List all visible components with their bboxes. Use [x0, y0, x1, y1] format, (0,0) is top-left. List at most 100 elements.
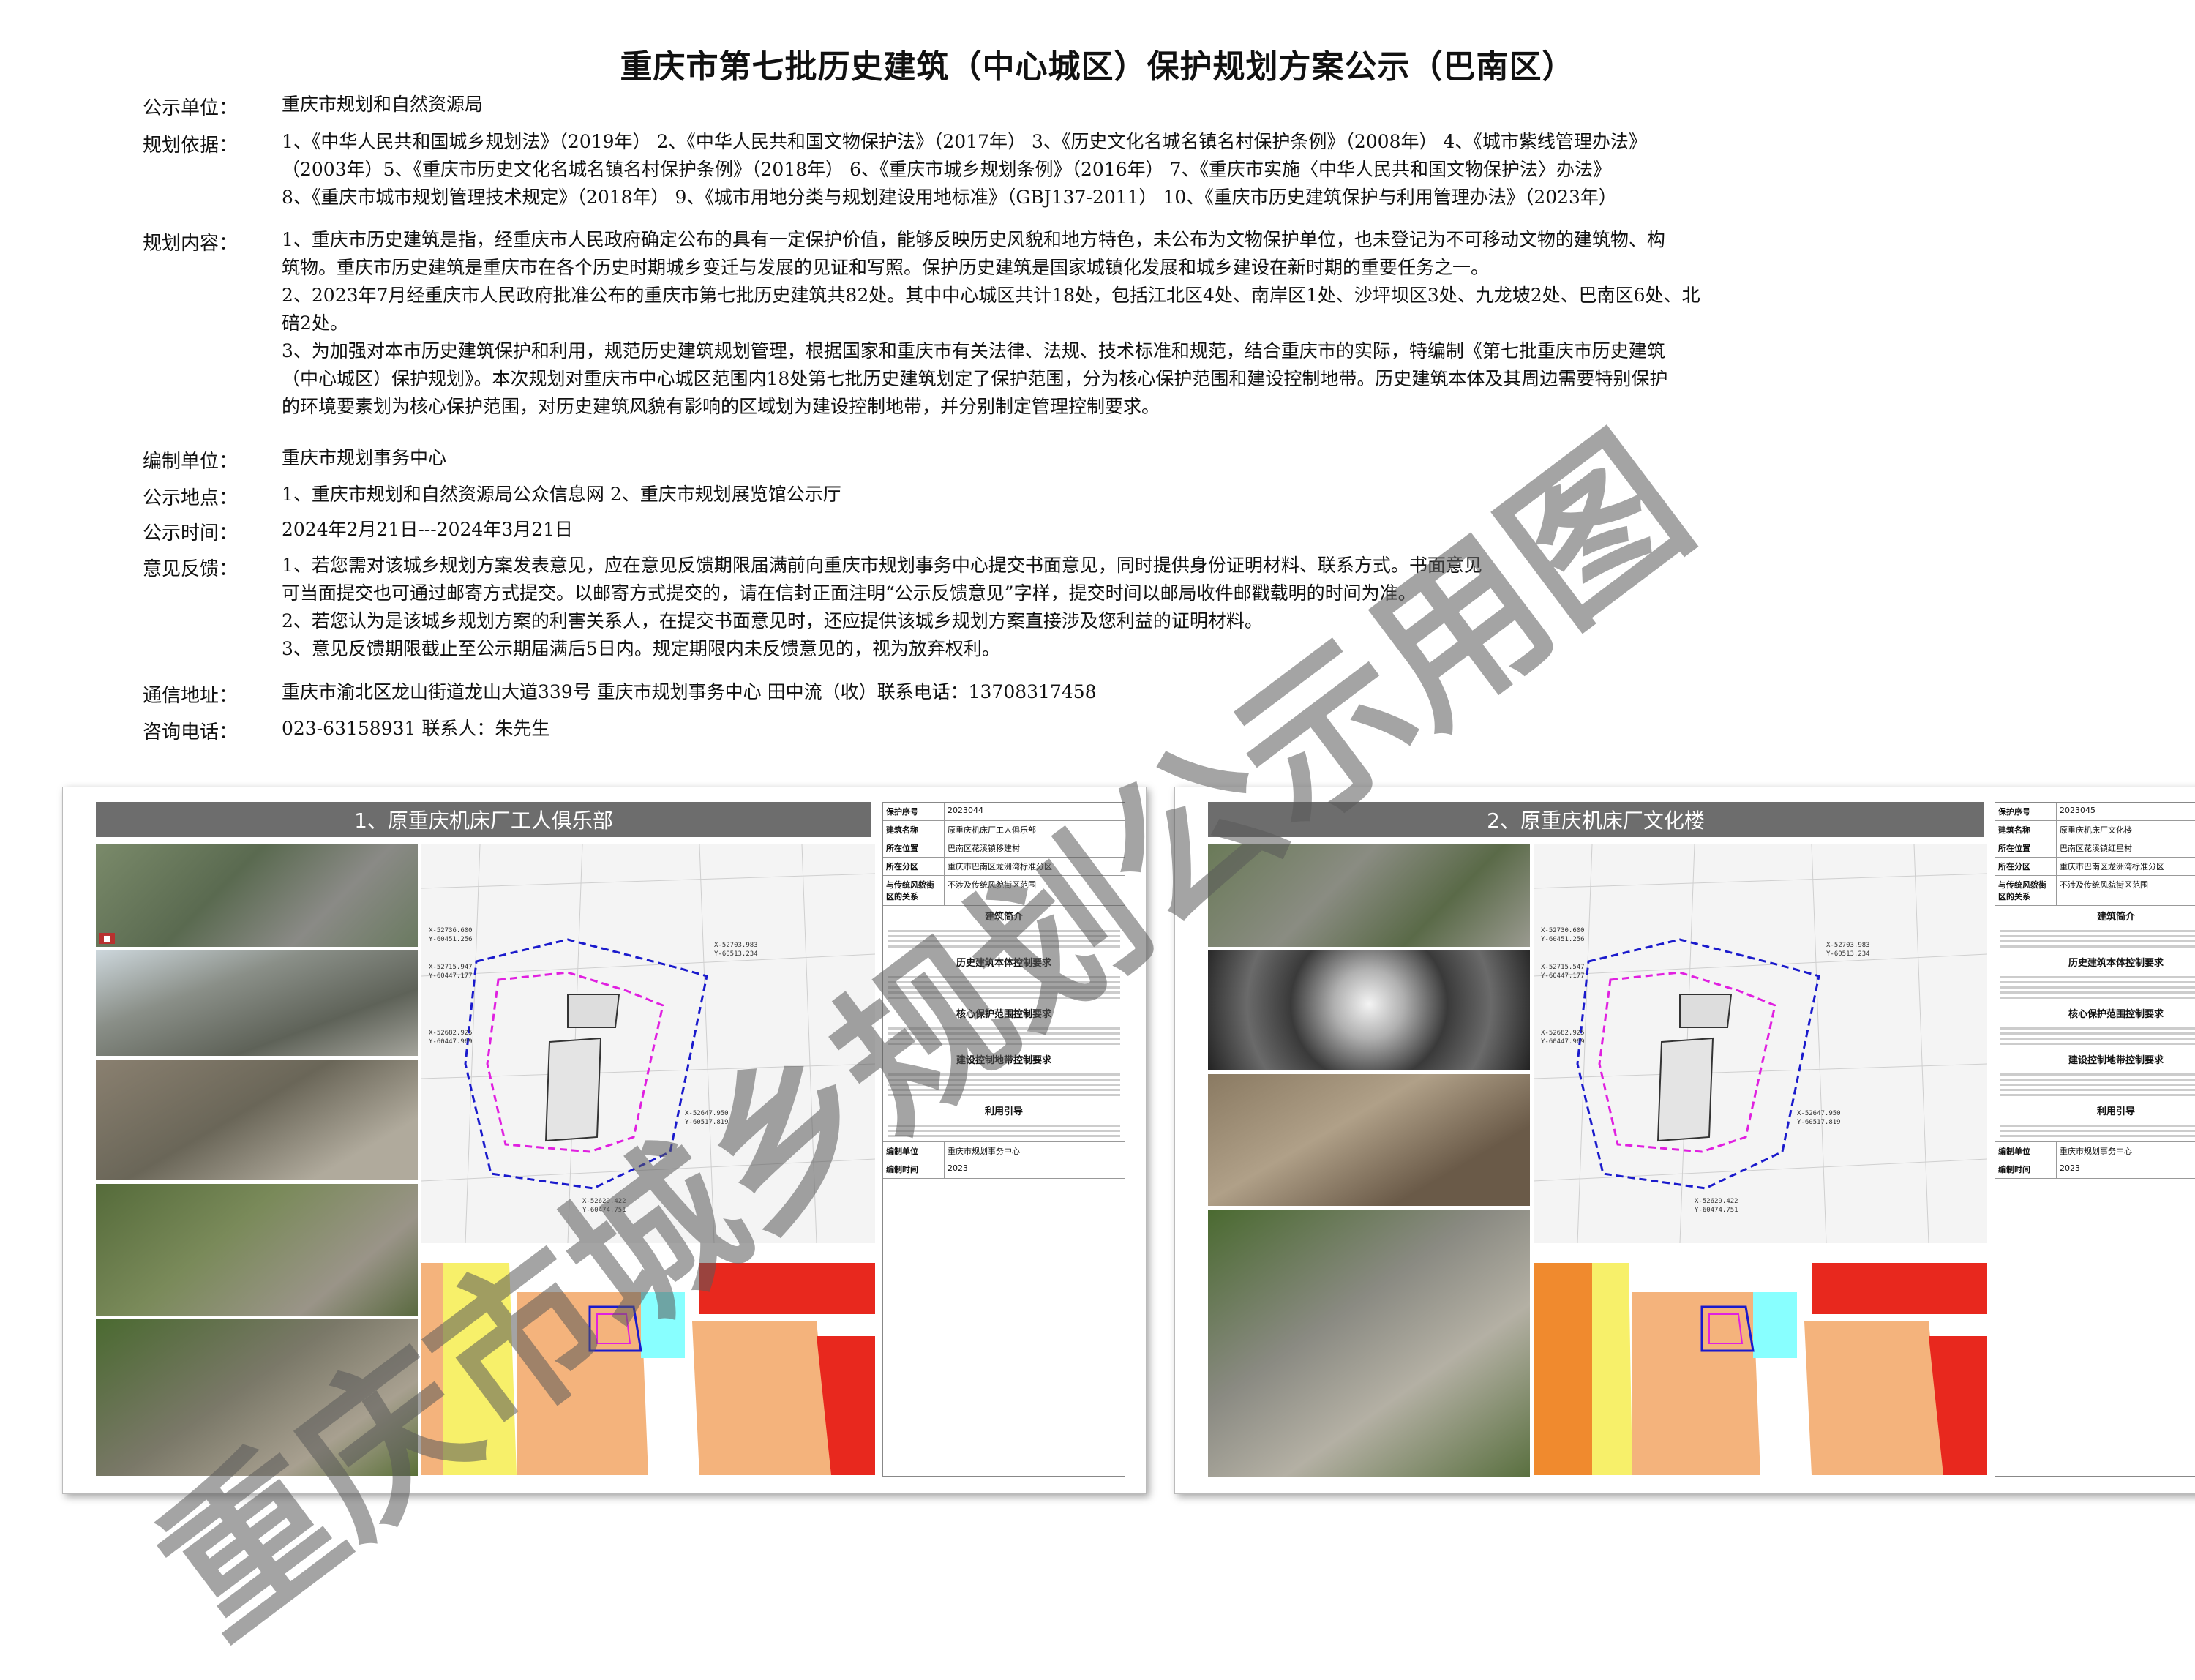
date-label: 编制时间: [1995, 1160, 2057, 1178]
protection-map-svg: X-52736.600 Y-60451.256 X-52715.947 Y-6044…: [421, 844, 876, 1244]
svg-text:X-52682.925: X-52682.925: [429, 1030, 473, 1037]
intro-text: [883, 926, 1125, 952]
address-label: 通信地址：: [143, 685, 239, 707]
area-label: 与传统风貌街区的关系: [1995, 876, 2057, 905]
req2-heading: 核心保护范围控制要求: [956, 1009, 1051, 1020]
landuse-map: [1534, 1263, 1987, 1475]
facade-photo: [96, 1060, 418, 1180]
req3-heading: 建设控制地带控制要求: [956, 1055, 1051, 1066]
feedback-line: 1、若您需对该城乡规划方案发表意见，应在意见反馈期限届满前向重庆市规划事务中心提…: [282, 555, 1482, 576]
svg-text:Y-60517.819: Y-60517.819: [1797, 1119, 1841, 1126]
location-label: 公示地点：: [143, 487, 239, 509]
protection-map-svg: X-52730.600Y-60451.256 X-52715.547Y-6044…: [1533, 844, 1988, 1244]
photo-tag: ■: [99, 933, 116, 944]
address: 重庆市渝北区龙山街道龙山大道339号 重庆市规划事务中心 田中流（收）联系电话：…: [282, 681, 1097, 702]
page-title: 重庆市第七批历史建筑（中心城区）保护规划方案公示（巴南区）: [620, 48, 1575, 86]
board-1: 1、原重庆机床厂工人俱乐部 ■ X-52736.600 Y-60451.256 X…: [62, 787, 1147, 1494]
unit: 重庆市规划事务中心: [2060, 1147, 2132, 1156]
dome-photo: [1208, 950, 1530, 1070]
content-line: 碚2处。: [282, 312, 348, 334]
birdseye-photo: [96, 1319, 418, 1476]
board-heading: 1、原重庆机床厂工人俱乐部: [96, 802, 871, 837]
year: 2023: [2060, 1163, 2080, 1173]
feedback-line: 3、意见反馈期限截止至公示期届满后5日内。规定期限内未反馈意见的，视为放弃权利。: [282, 638, 1000, 659]
basis-line: （2003年）5、《重庆市历史文化名城名镇名村保护条例》（2018年） 6、《重…: [282, 159, 1611, 180]
content-line: 筑物。重庆市历史建筑是重庆市在各个历史时期城乡变迁与发展的见证和写照。保护历史建…: [282, 257, 1490, 278]
unit: 重庆市规划事务中心: [948, 1147, 1020, 1156]
intro-heading: 建筑简介: [984, 912, 1023, 923]
content-text: 1、重庆市历史建筑是指，经重庆市人民政府确定公布的具有一定保护价值，能够反映历史…: [282, 226, 1700, 421]
svg-text:X-52736.600: X-52736.600: [429, 927, 473, 934]
publisher: 重庆市规划和自然资源局: [282, 94, 484, 115]
svg-text:Y-60447.969: Y-60447.969: [429, 1038, 473, 1046]
guide-heading: 利用引导: [984, 1106, 1023, 1117]
building-name: 原重庆机床厂工人俱乐部: [948, 825, 1036, 835]
aerial-photo: [1208, 844, 1530, 947]
compiler: 重庆市规划事务中心: [282, 447, 447, 468]
aerial-photo: ■: [96, 844, 418, 947]
svg-text:X-52715.547: X-52715.547: [1541, 964, 1585, 971]
svg-text:X-52647.950: X-52647.950: [685, 1110, 729, 1117]
guide-text: [883, 1120, 1125, 1141]
code: 2023045: [2060, 806, 2095, 815]
svg-text:X-52730.600: X-52730.600: [1541, 927, 1585, 934]
svg-text:Y-60451.256: Y-60451.256: [429, 936, 473, 943]
content-line: 的环境要素划为核心保护范围，对历史建筑风貌有影响的区域划为建设控制地带，并分别制…: [282, 396, 1160, 417]
req2-heading: 核心保护范围控制要求: [2068, 1009, 2164, 1020]
content-label: 规划内容：: [143, 233, 239, 255]
svg-text:X-52715.947: X-52715.947: [429, 964, 473, 971]
year: 2023: [948, 1163, 968, 1173]
area: 不涉及传统风貌街区范围: [948, 880, 1036, 890]
date-label: 编制时间: [883, 1160, 945, 1178]
time-label: 公示时间：: [143, 522, 239, 544]
address-label: 所在位置: [883, 839, 945, 857]
compiler-label: 编制单位：: [143, 451, 239, 473]
zone: 重庆市巴南区龙洲湾标准分区: [948, 862, 1052, 871]
name-label: 建筑名称: [883, 821, 945, 839]
time: 2024年2月21日---2024年3月21日: [282, 519, 574, 540]
req3-text: [883, 1069, 1125, 1100]
svg-text:Y-60451.256: Y-60451.256: [1541, 936, 1585, 943]
publisher-label: 公示单位：: [143, 97, 239, 119]
svg-text:X-52703.983: X-52703.983: [714, 942, 758, 949]
svg-text:Y-60474.751: Y-60474.751: [1695, 1207, 1738, 1214]
area-label: 与传统风貌街区的关系: [883, 876, 945, 905]
code-label: 保护序号: [1995, 803, 2057, 820]
basis-line: 1、《中华人民共和国城乡规划法》（2019年） 2、《中华人民共和国文物保护法》…: [282, 131, 1647, 152]
svg-text:Y-60447.969: Y-60447.969: [1541, 1038, 1585, 1046]
info-table: 保护序号 2023044 建筑名称 原重庆机床厂工人俱乐部 所在位置 巴南区花溪镇移建…: [882, 802, 1125, 1477]
req2-text: [1995, 1023, 2195, 1049]
zone-label: 所在分区: [883, 858, 945, 875]
unit-label: 编制单位: [1995, 1142, 2057, 1160]
req3-text: [1995, 1069, 2195, 1100]
basis-text: 1、《中华人民共和国城乡规划法》（2019年） 2、《中华人民共和国文物保护法》…: [282, 128, 1647, 211]
zone-label: 所在分区: [1995, 858, 2057, 875]
phone: 023-63158931 联系人：朱先生: [282, 718, 550, 739]
building-address: 巴南区花溪镇红星村: [2060, 844, 2132, 853]
street-photo: [96, 1184, 418, 1316]
svg-text:Y-60513.234: Y-60513.234: [714, 950, 758, 958]
protection-map: X-52730.600 Y-60451.256 X-52715.547 Y-6044…: [1533, 844, 1988, 1244]
phone-label: 咨询电话：: [143, 721, 239, 743]
unit-label: 编制单位: [883, 1142, 945, 1160]
zone: 重庆市巴南区龙洲湾标准分区: [2060, 862, 2164, 871]
content-line: 3、为加强对本市历史建筑保护和利用，规范历史建筑规划管理，根据国家和重庆市有关法…: [282, 340, 1665, 361]
content-line: 2、2023年7月经重庆市人民政府批准公布的重庆市第七批历史建筑共82处。其中中…: [282, 285, 1700, 306]
landuse-map-svg: [1534, 1263, 1987, 1475]
feedback-label: 意见反馈：: [143, 558, 239, 580]
req1-heading: 历史建筑本体控制要求: [956, 958, 1051, 969]
svg-text:Y-60447.177: Y-60447.177: [1541, 972, 1585, 980]
svg-text:X-52629.422: X-52629.422: [1695, 1198, 1738, 1205]
building-photo: [96, 950, 418, 1056]
req1-text: [1995, 972, 2195, 1003]
intro-heading: 建筑简介: [2096, 912, 2135, 923]
guide-text: [1995, 1120, 2195, 1141]
code: 2023044: [948, 806, 983, 815]
code-label: 保护序号: [883, 803, 945, 820]
svg-text:X-52647.950: X-52647.950: [1797, 1110, 1841, 1117]
landuse-map: [421, 1263, 875, 1475]
feedback-text: 1、若您需对该城乡规划方案发表意见，应在意见反馈期限届满前向重庆市规划事务中心提…: [282, 552, 1482, 663]
content-line: 1、重庆市历史建筑是指，经重庆市人民政府确定公布的具有一定保护价值，能够反映历史…: [282, 229, 1665, 250]
svg-text:Y-60474.751: Y-60474.751: [582, 1207, 626, 1214]
location: 1、重庆市规划和自然资源局公众信息网 2、重庆市规划展览馆公示厅: [282, 484, 841, 505]
